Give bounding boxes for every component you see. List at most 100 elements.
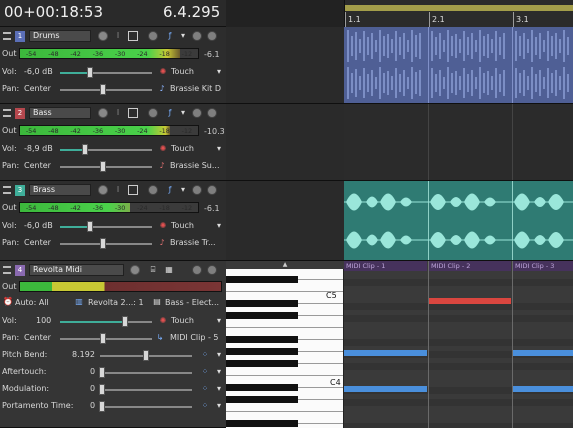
input-echo-icon[interactable]: ⁝: [113, 108, 123, 118]
vol-value[interactable]: -6,0 dB: [24, 67, 53, 76]
freeze-icon[interactable]: [128, 31, 138, 41]
timeline-ruler[interactable]: 1.1 2.1 3.1: [344, 0, 573, 27]
input-echo-icon[interactable]: ⁝: [113, 185, 123, 195]
automation-gear-icon[interactable]: ✺: [158, 144, 168, 154]
midi-clip-header[interactable]: MIDI Clip - 2: [429, 261, 511, 271]
collapse-icon[interactable]: [3, 109, 11, 117]
auto-mode[interactable]: Auto: All: [15, 298, 49, 307]
pan-thumb[interactable]: [100, 84, 106, 95]
portamento-value[interactable]: 0: [90, 401, 95, 410]
chevron-down-icon[interactable]: ▾: [178, 108, 188, 118]
black-key[interactable]: [226, 396, 298, 403]
freeze-icon[interactable]: [128, 185, 138, 195]
chevron-down-icon[interactable]: ▾: [214, 316, 224, 326]
record-arm-icon[interactable]: [98, 108, 108, 118]
automation-mode[interactable]: Touch: [171, 67, 194, 76]
track-header-brass[interactable]: 3 Brass ⁝ ƒ ▾ Out -54 -48 -42 -36 -30 -24 -18-…: [0, 181, 226, 261]
collapse-icon[interactable]: [3, 266, 11, 274]
black-key[interactable]: [226, 420, 298, 427]
pan-value[interactable]: Center: [24, 161, 51, 170]
instrument-name[interactable]: Brassie Su...: [170, 161, 219, 170]
instrument-name[interactable]: Brassie Kit D: [170, 84, 221, 93]
modulation-thumb[interactable]: [99, 384, 105, 395]
collapse-icon[interactable]: [3, 32, 11, 40]
pan-slider[interactable]: [60, 166, 152, 168]
track-header-drums[interactable]: 1 Drums ⁝ ƒ ▾ Out -54 -48 -42 -36 -30 -24 -18-…: [0, 27, 226, 104]
chevron-down-icon[interactable]: ▾: [214, 350, 224, 360]
modulation-value[interactable]: 0: [90, 384, 95, 393]
pan-thumb[interactable]: [100, 238, 106, 249]
midi-note[interactable]: [429, 298, 511, 304]
controller-icon[interactable]: ⁘: [200, 350, 210, 360]
record-arm-icon[interactable]: [98, 185, 108, 195]
automation-mode[interactable]: Touch: [171, 144, 194, 153]
black-key[interactable]: [226, 336, 298, 343]
fx-icon[interactable]: ƒ: [165, 108, 175, 118]
record-arm-icon[interactable]: [98, 31, 108, 41]
volume-thumb[interactable]: [87, 67, 93, 78]
clip-name[interactable]: MIDI Clip - 5: [170, 333, 219, 342]
chevron-down-icon[interactable]: ▾: [178, 31, 188, 41]
chevron-down-icon[interactable]: ▾: [214, 144, 224, 154]
chevron-down-icon[interactable]: ▾: [214, 384, 224, 394]
pan-thumb[interactable]: [100, 333, 106, 344]
automation-gear-icon[interactable]: ✺: [158, 221, 168, 231]
loop-region[interactable]: [345, 5, 573, 11]
piano-roll-keyboard[interactable]: C5 C4: [226, 261, 344, 428]
midi-note[interactable]: [513, 386, 573, 392]
chevron-down-icon[interactable]: ▾: [214, 401, 224, 411]
fx-icon[interactable]: ƒ: [165, 185, 175, 195]
record-arm-icon[interactable]: [130, 265, 140, 275]
automation-mode[interactable]: Touch: [171, 221, 194, 230]
volume-thumb[interactable]: [82, 144, 88, 155]
controller-icon[interactable]: ⁘: [200, 384, 210, 394]
pan-thumb[interactable]: [100, 161, 106, 172]
portamento-slider[interactable]: [100, 406, 192, 408]
fx-icon[interactable]: ƒ: [165, 31, 175, 41]
aftertouch-slider[interactable]: [100, 372, 192, 374]
freeze-icon[interactable]: [128, 108, 138, 118]
modulation-slider[interactable]: [100, 389, 192, 391]
trim-knob-icon[interactable]: [207, 108, 217, 118]
lane-drums[interactable]: [344, 27, 573, 104]
chevron-down-icon[interactable]: ▾: [178, 185, 188, 195]
power-icon[interactable]: [148, 185, 158, 195]
black-key[interactable]: [226, 300, 298, 307]
black-key[interactable]: [226, 384, 298, 391]
grid-icon[interactable]: ▦: [164, 265, 174, 275]
power-icon[interactable]: [148, 108, 158, 118]
trim-knob-icon[interactable]: [207, 185, 217, 195]
controller-icon[interactable]: ⁘: [200, 401, 210, 411]
scroll-up-icon[interactable]: ▲: [226, 261, 344, 269]
pan-value[interactable]: Center: [24, 238, 51, 247]
instrument-name[interactable]: Brassie Tr...: [170, 238, 216, 247]
gain-knob-icon[interactable]: [192, 185, 202, 195]
automation-gear-icon[interactable]: ✺: [158, 67, 168, 77]
input-echo-icon[interactable]: ⁝: [113, 31, 123, 41]
midi-input-icon[interactable]: ⌸: [148, 265, 158, 275]
controller-icon[interactable]: ⁘: [200, 367, 210, 377]
synth-output[interactable]: Revolta 2...: 1: [88, 298, 144, 307]
automation-icon[interactable]: ⏰: [3, 297, 13, 307]
lane-brass[interactable]: [344, 181, 573, 261]
trim-knob-icon[interactable]: [207, 31, 217, 41]
track-name[interactable]: Brass: [29, 184, 91, 196]
time-display[interactable]: 00+00:18:53: [4, 3, 103, 21]
black-key[interactable]: [226, 348, 298, 355]
volume-thumb[interactable]: [122, 316, 128, 327]
aftertouch-value[interactable]: 0: [90, 367, 95, 376]
pitch-bend-thumb[interactable]: [143, 350, 149, 361]
black-key[interactable]: [226, 360, 298, 367]
patch-name[interactable]: Bass - Elect...: [165, 298, 219, 307]
pan-value[interactable]: Center: [24, 84, 51, 93]
gain-knob-icon[interactable]: [192, 108, 202, 118]
automation-gear-icon[interactable]: ✺: [158, 316, 168, 326]
black-key[interactable]: [226, 312, 298, 319]
track-name[interactable]: Revolta Midi: [29, 264, 124, 276]
track-header-revolta-midi[interactable]: 4 Revolta Midi ⌸ ▦ Out ⏰ Auto: All ▥ Rev…: [0, 261, 226, 428]
midi-clip-header[interactable]: MIDI Clip - 3: [513, 261, 573, 271]
midi-note[interactable]: [344, 350, 427, 356]
pan-slider[interactable]: [60, 243, 152, 245]
power-icon[interactable]: [148, 31, 158, 41]
gain-knob-icon[interactable]: [192, 31, 202, 41]
